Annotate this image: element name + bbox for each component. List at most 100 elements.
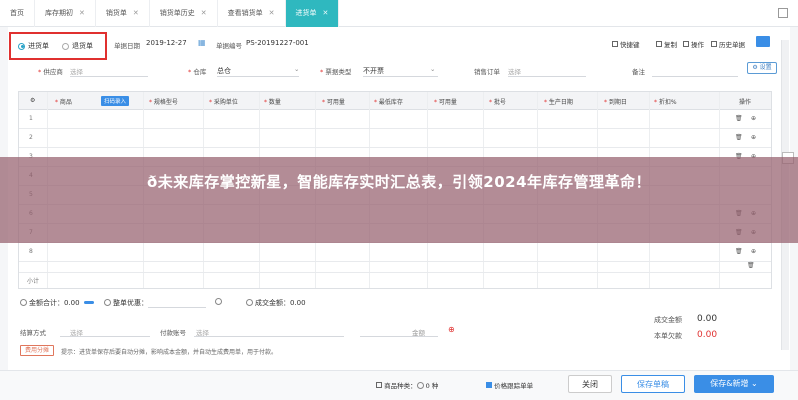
row-settings-icon[interactable]: ⚙ bbox=[30, 97, 35, 104]
col-qty: * 数量 bbox=[264, 97, 281, 106]
col-spec-label: 规格型号 bbox=[153, 99, 178, 106]
tab-label: 进货单 bbox=[295, 9, 317, 17]
close-icon[interactable]: ✕ bbox=[79, 0, 85, 27]
date-field[interactable]: 2019-12-27 bbox=[146, 39, 187, 47]
checkbox-icon[interactable] bbox=[486, 382, 492, 388]
keyboard-icon bbox=[612, 41, 618, 47]
history-button[interactable]: 历史单据 bbox=[711, 39, 745, 49]
docno-field: PS-20191227-001 bbox=[246, 39, 309, 47]
product-count-value: 0 bbox=[425, 382, 430, 390]
sales-order-input[interactable]: 选择 bbox=[508, 66, 521, 76]
actions-icon bbox=[683, 41, 689, 47]
supplier-label-text: 供应商 bbox=[43, 68, 63, 76]
copy-label: 复制 bbox=[664, 41, 677, 49]
owed-value: 0.00 bbox=[697, 330, 718, 340]
add-icon[interactable]: ⊕ bbox=[751, 115, 756, 122]
sales-order-label: 销售订单 bbox=[474, 68, 500, 76]
product-count-label: 商品种类： bbox=[384, 382, 417, 390]
col-discount: * 折扣% bbox=[654, 97, 677, 106]
tab-view-sales-order[interactable]: 查看销货单 ✕ bbox=[218, 0, 286, 27]
copy-button[interactable]: 复制 bbox=[656, 39, 677, 49]
save-add-button[interactable]: 保存&新增 ⌄ bbox=[694, 375, 774, 393]
supplier-label: * 供应商 bbox=[38, 66, 63, 76]
delete-icon[interactable]: 🗑 bbox=[735, 248, 743, 255]
history-label: 历史单据 bbox=[719, 41, 745, 49]
price-tracking[interactable]: 价格跟踪单单 bbox=[486, 380, 533, 390]
col-available: * 可用量 bbox=[322, 97, 345, 106]
close-icon[interactable]: ✕ bbox=[133, 0, 139, 27]
table-row-number: 2 bbox=[29, 134, 33, 141]
date-label: 单据日期 bbox=[114, 42, 140, 50]
tab-sales-history[interactable]: 销货单历史 ✕ bbox=[150, 0, 218, 27]
add-payment-icon[interactable]: ⊕ bbox=[448, 325, 455, 334]
docno-label: 单据编号 bbox=[216, 42, 242, 50]
banner-title: ð未来库存掌控新星，智能库存实时汇总表，引领2024年库存管理革命！ bbox=[146, 173, 652, 191]
chevron-down-icon[interactable]: ⌄ bbox=[294, 65, 299, 73]
close-icon[interactable]: ✕ bbox=[269, 0, 275, 27]
close-icon[interactable]: ✕ bbox=[323, 0, 329, 27]
payment-account-underline bbox=[194, 336, 344, 337]
row-divider bbox=[19, 128, 771, 129]
warehouse-underline bbox=[217, 76, 299, 77]
add-icon[interactable]: ⊕ bbox=[751, 134, 756, 141]
save-draft-button[interactable]: 保存单稿 bbox=[621, 375, 685, 393]
gear-icon: ⚙ bbox=[752, 64, 758, 71]
whole-discount-label: 整单优惠： bbox=[113, 299, 148, 307]
amount-field-underline[interactable] bbox=[360, 336, 438, 337]
tab-home[interactable]: 首页 bbox=[0, 0, 35, 27]
row-divider bbox=[19, 261, 771, 262]
tab-sales-order[interactable]: 销货单 ✕ bbox=[96, 0, 150, 27]
warehouse-label-text: 仓库 bbox=[193, 68, 207, 76]
invoice-select[interactable]: 不开票 bbox=[363, 66, 384, 76]
purchase-radio[interactable]: 进货单 bbox=[18, 41, 49, 51]
col-discount-label: 折扣% bbox=[658, 99, 677, 106]
tab-label: 首页 bbox=[10, 9, 24, 17]
col-exp-date-label: 到期日 bbox=[608, 99, 627, 106]
tab-inventory-opening[interactable]: 库存期初 ✕ bbox=[35, 0, 96, 27]
warehouse-label: * 仓库 bbox=[188, 66, 206, 76]
supplier-input[interactable]: 选择 bbox=[70, 66, 83, 76]
quick-key-button[interactable]: 快捷键 bbox=[612, 39, 640, 49]
row-divider bbox=[19, 272, 771, 273]
settings-button[interactable]: ⚙ 设置 bbox=[747, 62, 777, 74]
radio-dot bbox=[62, 42, 69, 50]
col-batch-label: 批号 bbox=[493, 99, 506, 106]
invoice-label-text: 票据类型 bbox=[325, 68, 352, 76]
col-product-label: 商品 bbox=[59, 99, 72, 106]
info-icon bbox=[20, 299, 27, 306]
add-icon[interactable]: ⊕ bbox=[751, 248, 756, 255]
fee-allocation-button[interactable]: 费用分摊 bbox=[20, 345, 54, 356]
warehouse-select[interactable]: 总仓 bbox=[217, 66, 231, 76]
price-tracking-label: 价格跟踪单单 bbox=[494, 382, 534, 390]
tab-label: 库存期初 bbox=[45, 9, 73, 17]
col-available-label: 可用量 bbox=[326, 99, 345, 106]
checkbox-icon[interactable] bbox=[376, 382, 382, 388]
list-view-button[interactable] bbox=[756, 36, 770, 47]
amount-total: 金额合计：0.00 bbox=[20, 298, 98, 308]
scan-entry-tag[interactable]: 扫码录入 bbox=[101, 96, 130, 106]
minus-icon bbox=[83, 301, 94, 304]
col-mfg-date: * 生产日期 bbox=[544, 97, 573, 106]
whole-discount-input[interactable] bbox=[148, 307, 206, 308]
return-radio[interactable]: 退货单 bbox=[62, 41, 93, 51]
remark-label: 备注 bbox=[632, 68, 645, 76]
chevron-down-icon[interactable]: ⌄ bbox=[430, 65, 435, 73]
tab-bar: 首页 库存期初 ✕ 销货单 ✕ 销货单历史 ✕ 查看销货单 ✕ 进货单 ✕ bbox=[0, 0, 798, 27]
owed-label: 本单欠款 bbox=[654, 332, 682, 340]
actions-label: 操作 bbox=[691, 41, 704, 49]
tab-purchase-order[interactable]: 进货单 ✕ bbox=[285, 0, 340, 27]
deal-amount-label: 成交金额： bbox=[255, 299, 290, 307]
close-icon[interactable]: ✕ bbox=[201, 0, 207, 27]
delete-icon[interactable]: 🗑 bbox=[735, 134, 743, 141]
col-available2-label: 可用量 bbox=[438, 99, 457, 106]
amount-total-label: 金额合计： bbox=[29, 299, 64, 307]
delete-icon[interactable]: 🗑 bbox=[747, 262, 755, 269]
window-icon[interactable] bbox=[778, 8, 788, 18]
delete-icon[interactable]: 🗑 bbox=[735, 115, 743, 122]
deal-amount-value: 0.00 bbox=[290, 299, 306, 307]
col-unit: * 采购单位 bbox=[209, 97, 238, 106]
calendar-icon[interactable]: ▦ bbox=[198, 38, 206, 47]
close-button[interactable]: 关闭 bbox=[568, 375, 612, 393]
tab-bar-spacer bbox=[339, 0, 778, 26]
actions-button[interactable]: 操作 bbox=[683, 39, 704, 49]
